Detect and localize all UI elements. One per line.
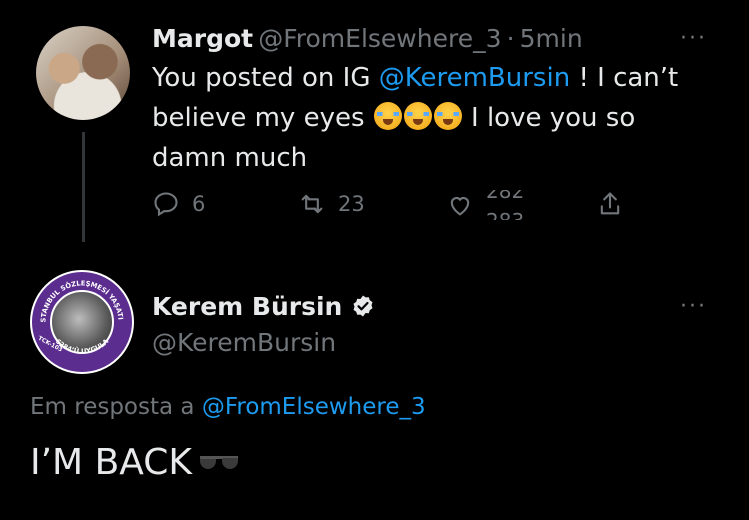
- like-count-rolling-bottom: 283: [486, 209, 524, 220]
- tweet2-header: Kerem Bürsin: [152, 292, 375, 321]
- avatar-margot[interactable]: [36, 26, 130, 120]
- like-count-rolling-top: 282: [486, 190, 525, 203]
- handle[interactable]: @KeremBursin: [152, 328, 336, 357]
- retweet-count: 23: [338, 192, 365, 216]
- tweet-text: I’M BACK: [30, 442, 192, 483]
- reply-button[interactable]: 6: [152, 190, 205, 218]
- more-options-icon[interactable]: ···: [680, 294, 707, 319]
- like-count: 282 283: [486, 190, 530, 220]
- tweet-text-part: You posted on IG: [152, 63, 379, 93]
- reply-icon: [154, 192, 178, 217]
- thread-connector: [82, 132, 85, 242]
- loudly-crying-face-icon: [373, 102, 402, 130]
- reply-context: Em resposta a @FromElsewhere_3: [30, 394, 426, 420]
- retweet-button[interactable]: 23: [298, 190, 365, 218]
- timestamp[interactable]: 5min: [520, 24, 583, 53]
- reply-label: Em resposta a: [30, 394, 202, 420]
- heart-icon: [450, 197, 470, 216]
- retweet-icon: [301, 194, 323, 214]
- verified-badge-icon: [353, 295, 373, 317]
- loudly-crying-face-icon: [403, 102, 432, 130]
- tweet-text-part: believe my eyes: [152, 103, 365, 133]
- svg-text:6284’Ü UYGULA: 6284’Ü UYGULA: [54, 337, 111, 356]
- display-name[interactable]: Kerem Bürsin: [152, 292, 342, 321]
- sunglasses-icon: [200, 456, 238, 470]
- avatar-kerem[interactable]: İSTANBUL SÖZLEŞMESİ YAŞATIR 6284’Ü UYGUL…: [30, 270, 134, 374]
- tweet-text-part: ! I can’t: [570, 63, 679, 93]
- display-name[interactable]: Margot: [152, 24, 253, 53]
- share-icon: [600, 192, 620, 215]
- avatar-ring-text-top: İSTANBUL SÖZLEŞMESİ YAŞATIR: [32, 272, 124, 323]
- handle[interactable]: @FromElsewhere_3: [258, 24, 501, 53]
- more-options-icon[interactable]: ···: [680, 26, 707, 51]
- loudly-crying-face-icon: [433, 102, 462, 130]
- avatar-badge-ring: İSTANBUL SÖZLEŞMESİ YAŞATIR 6284’Ü UYGUL…: [32, 272, 124, 356]
- tweet-text-part: I love you so: [462, 103, 636, 133]
- like-button[interactable]: 282 283: [446, 190, 530, 220]
- tweet-text-part: damn much: [152, 143, 308, 173]
- tweet2-text: I’M BACK: [30, 442, 238, 483]
- share-button[interactable]: [596, 190, 624, 218]
- mention-link[interactable]: @KeremBursin: [379, 63, 570, 93]
- reply-to-link[interactable]: @FromElsewhere_3: [202, 394, 426, 420]
- tweet1-text: You posted on IG @KeremBursin ! I can’t …: [152, 58, 727, 178]
- reply-count: 6: [192, 192, 206, 216]
- tweet1-header: Margot @FromElsewhere_3 · 5min: [152, 24, 583, 53]
- svg-text:İSTANBUL SÖZLEŞMESİ YAŞATIR: İSTANBUL SÖZLEŞMESİ YAŞATIR: [32, 272, 124, 323]
- separator: ·: [506, 24, 515, 53]
- avatar-ring-text-bottom: 6284’Ü UYGULA: [54, 337, 111, 356]
